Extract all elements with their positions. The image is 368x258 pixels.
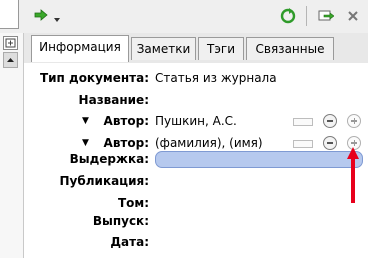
publication-label: Публикация:	[59, 174, 150, 188]
toolbar-separator	[306, 6, 307, 26]
green-arrow-right-icon[interactable]	[34, 8, 48, 25]
issue-label: Выпуск:	[92, 214, 149, 228]
tab-information[interactable]: Информация	[31, 35, 129, 62]
excerpt-label: Выдержка:	[69, 152, 149, 166]
green-refresh-icon[interactable]	[280, 8, 296, 27]
tab-related[interactable]: Связанные	[246, 37, 334, 60]
search-field-edge[interactable]	[0, 0, 19, 29]
author-mode-switch[interactable]	[293, 140, 313, 148]
author-label: Автор:	[103, 136, 149, 150]
author-mode-switch[interactable]	[293, 118, 313, 126]
tab-tags[interactable]: Тэги	[198, 37, 244, 60]
tab-label: Заметки	[136, 42, 191, 56]
doc-type-label: Тип документа:	[39, 71, 149, 85]
remove-author-icon[interactable]	[323, 114, 337, 128]
collapse-icon[interactable]	[3, 36, 18, 50]
excerpt-field[interactable]	[155, 151, 363, 168]
tab-label: Информация	[39, 40, 121, 54]
export-icon[interactable]	[318, 9, 335, 26]
red-annotation-arrow-icon	[345, 145, 361, 208]
scroll-up-button[interactable]	[3, 52, 18, 68]
volume-label: Том:	[117, 196, 149, 210]
add-author-icon[interactable]	[347, 114, 361, 128]
tab-label: Тэги	[206, 42, 236, 56]
dropdown-triangle-icon[interactable]	[54, 12, 60, 26]
author-label: Автор:	[103, 114, 149, 128]
close-icon[interactable]	[348, 10, 358, 24]
author-value[interactable]: Пушкин, А.С.	[155, 114, 237, 128]
title-label: Название:	[78, 93, 149, 107]
tab-label: Связанные	[255, 42, 325, 56]
author-value[interactable]: (фамилия), (имя)	[155, 136, 263, 150]
doc-type-value[interactable]: Статья из журнала	[155, 71, 277, 85]
tab-notes[interactable]: Заметки	[131, 37, 196, 60]
date-label: Дата:	[110, 235, 149, 249]
remove-author-icon[interactable]	[323, 136, 337, 150]
